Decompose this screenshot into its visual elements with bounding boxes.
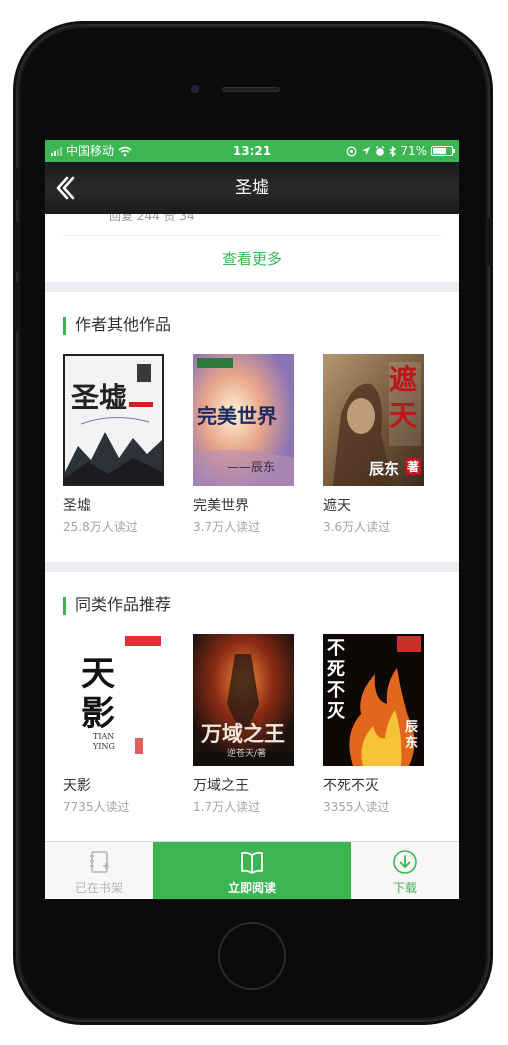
app-screen: 中国移动 13:21 71% 圣墟 回复 244 赞 34 查看更多 作者其他作…: [45, 140, 459, 899]
volume-down-button: [14, 282, 19, 332]
cover-title: 天影: [81, 654, 115, 734]
book-title: 遮天: [323, 498, 351, 514]
battery-icon: [431, 146, 455, 156]
battery-percent: 71%: [400, 144, 427, 158]
navigation-arrow-icon: [362, 147, 371, 155]
cover-subtitle: TIAN YING: [93, 732, 115, 751]
section-gap: [45, 562, 459, 572]
book-title: 万域之王: [193, 778, 249, 794]
book-read-count: 1.7万人读过: [193, 800, 261, 814]
book-card[interactable]: 天影 TIAN YING 天影 7735人读过: [63, 634, 164, 841]
book-cover[interactable]: 不死不灭 辰东: [323, 634, 424, 766]
book-card[interactable]: 遮天 辰东 著 遮天 3.6万人读过: [323, 354, 424, 562]
on-shelf-button[interactable]: 已在书架: [45, 842, 153, 899]
on-shelf-label: 已在书架: [74, 881, 123, 895]
cover-title: 遮天: [389, 363, 418, 432]
back-chevron-icon[interactable]: [53, 174, 77, 202]
volume-up-button: [14, 222, 19, 272]
cover-author: 辰东: [369, 460, 400, 478]
cover-title: 圣墟: [71, 381, 128, 414]
cover-author: ——辰东: [227, 460, 276, 474]
book-cover[interactable]: 完美世界 ——辰东: [193, 354, 294, 486]
similar-works-section: 同类作品推荐 天影 TIAN YING 天影 7735人读过 万域之王 逆苍天/…: [45, 572, 459, 841]
book-card[interactable]: 圣墟 圣墟 25.8万人读过: [63, 354, 164, 562]
book-card[interactable]: 万域之王 逆苍天/著 万域之王 1.7万人读过: [193, 634, 294, 841]
home-button[interactable]: [220, 924, 284, 988]
section-gap: [45, 282, 459, 292]
download-button[interactable]: 下载: [351, 842, 459, 899]
book-cover[interactable]: 万域之王 逆苍天/著: [193, 634, 294, 766]
book-title: 完美世界: [193, 498, 249, 514]
read-now-button[interactable]: 立即阅读: [153, 842, 351, 899]
download-icon: [393, 850, 417, 874]
view-more-button[interactable]: 查看更多: [45, 236, 459, 282]
section-accent-bar: [63, 317, 66, 335]
cover-badge: 著: [405, 458, 422, 475]
book-title: 不死不灭: [323, 778, 379, 794]
comment-stats: 回复 244 赞 34: [109, 214, 195, 223]
author-works-section: 作者其他作品 圣墟 圣墟 25.8万人读过 完美世界 ——辰东 完美世界 3.7…: [45, 292, 459, 562]
cover-title: 完美世界: [197, 404, 277, 428]
earpiece-speaker: [222, 87, 280, 92]
alarm-icon: [375, 145, 385, 156]
download-label: 下载: [392, 881, 417, 895]
nav-bar: 圣墟: [45, 162, 459, 214]
book-title: 天影: [63, 778, 91, 794]
scroll-content[interactable]: 回复 244 赞 34 查看更多 作者其他作品 圣墟 圣墟 25.8万人读过 完…: [45, 214, 459, 841]
front-camera: [192, 86, 198, 92]
divider: [63, 235, 441, 236]
book-card[interactable]: 完美世界 ——辰东 完美世界 3.7万人读过: [193, 354, 294, 562]
power-button: [487, 218, 492, 266]
book-cover[interactable]: 遮天 辰东 著: [323, 354, 424, 486]
book-read-count: 3.6万人读过: [323, 520, 391, 534]
section-accent-bar: [63, 597, 66, 615]
book-title: 圣墟: [63, 498, 91, 514]
book-read-count: 7735人读过: [63, 800, 130, 814]
open-book-icon: [241, 851, 263, 874]
page-title: 圣墟: [235, 178, 269, 198]
book-read-count: 3.7万人读过: [193, 520, 261, 534]
cover-title: 不死不灭: [327, 638, 345, 722]
read-now-label: 立即阅读: [227, 881, 276, 895]
book-cover[interactable]: 天影 TIAN YING: [63, 634, 164, 766]
section-title: 同类作品推荐: [75, 595, 172, 614]
section-title: 作者其他作品: [75, 315, 172, 334]
cover-author: 辰东: [405, 720, 419, 751]
book-card[interactable]: 不死不灭 辰东 不死不灭 3355人读过: [323, 634, 424, 841]
book-cover[interactable]: 圣墟: [63, 354, 164, 486]
bluetooth-icon: [389, 145, 397, 157]
book-read-count: 3355人读过: [323, 800, 390, 814]
cover-title: 万域之王: [201, 721, 285, 746]
book-read-count: 25.8万人读过: [63, 520, 138, 534]
cover-author: 逆苍天/著: [227, 749, 267, 759]
cover-art: [65, 356, 162, 484]
bottom-action-bar: 已在书架 立即阅读 下载: [45, 841, 459, 899]
comment-item: 回复 244 赞 34: [45, 214, 459, 236]
status-bar: 中国移动 13:21 71%: [45, 140, 459, 162]
location-icon: [346, 146, 357, 156]
mute-switch: [14, 168, 19, 200]
bookshelf-icon: [90, 851, 109, 873]
